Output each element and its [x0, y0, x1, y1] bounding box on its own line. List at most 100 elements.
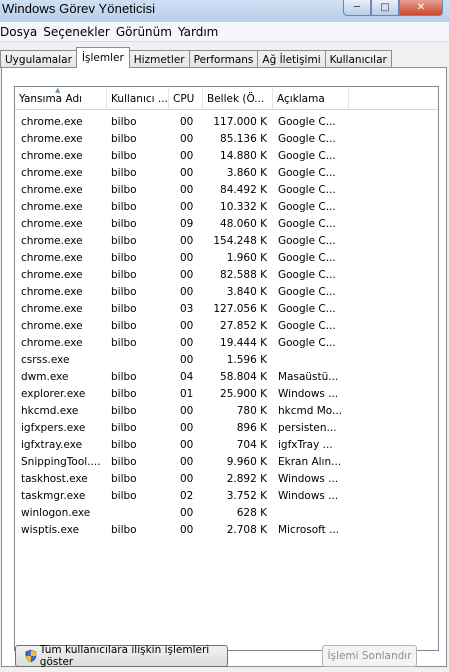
- process-list[interactable]: ▲ Yansıma Adı Kullanıcı ... CPU Bellek (…: [14, 86, 439, 651]
- table-row[interactable]: igfxpers.exe bilbo 00 896 K persisten...: [15, 420, 438, 437]
- process-user: bilbo: [111, 337, 137, 349]
- process-name: chrome.exe: [21, 303, 83, 315]
- process-name: taskhost.exe: [21, 473, 88, 485]
- process-description: Ekran Alın...: [278, 456, 342, 468]
- column-header-row: ▲ Yansıma Adı Kullanıcı ... CPU Bellek (…: [15, 87, 438, 110]
- process-name: explorer.exe: [21, 388, 86, 400]
- process-user: bilbo: [111, 184, 137, 196]
- maximize-icon: □: [380, 2, 390, 13]
- process-cpu: 00: [180, 507, 194, 519]
- table-row[interactable]: chrome.exe bilbo 00 117.000 K Google C...: [15, 114, 438, 131]
- processes-panel: ▲ Yansıma Adı Kullanıcı ... CPU Bellek (…: [1, 67, 447, 667]
- process-memory: 9.960 K: [226, 456, 267, 468]
- process-memory: 117.000 K: [213, 116, 267, 128]
- table-row[interactable]: wisptis.exe bilbo 00 2.708 K Microsoft ...: [15, 522, 438, 539]
- table-row[interactable]: chrome.exe bilbo 00 3.860 K Google C...: [15, 165, 438, 182]
- process-cpu: 00: [180, 201, 194, 213]
- process-description: Masaüstü...: [278, 371, 339, 383]
- process-name: csrss.exe: [21, 354, 70, 366]
- process-name: igfxpers.exe: [21, 422, 86, 434]
- process-user: bilbo: [111, 371, 137, 383]
- process-name: chrome.exe: [21, 337, 83, 349]
- process-memory: 58.804 K: [220, 371, 267, 383]
- table-row[interactable]: chrome.exe bilbo 00 3.840 K Google C...: [15, 284, 438, 301]
- process-user: bilbo: [111, 456, 137, 468]
- process-memory: 154.248 K: [213, 235, 267, 247]
- table-row[interactable]: hkcmd.exe bilbo 00 780 K hkcmd Mo...: [15, 403, 438, 420]
- column-header-user[interactable]: Kullanıcı ...: [107, 87, 169, 109]
- process-description: Windows ...: [278, 388, 339, 400]
- process-memory: 19.444 K: [220, 337, 267, 349]
- menu-secenekler[interactable]: Seçenekler: [43, 25, 116, 39]
- process-description: Google C...: [278, 201, 336, 213]
- process-user: bilbo: [111, 286, 137, 298]
- process-name: chrome.exe: [21, 218, 83, 230]
- column-header-description[interactable]: Açıklama: [273, 87, 349, 109]
- process-cpu: 00: [180, 235, 194, 247]
- process-cpu: 00: [180, 320, 194, 332]
- process-description: Google C...: [278, 235, 336, 247]
- process-description: [278, 352, 346, 369]
- table-row[interactable]: winlogon.exe 00 628 K: [15, 505, 438, 522]
- end-process-button[interactable]: İşlemi Sonlandır: [322, 645, 417, 667]
- process-user: bilbo: [111, 269, 137, 281]
- table-row[interactable]: chrome.exe bilbo 09 48.060 K Google C...: [15, 216, 438, 233]
- process-name: chrome.exe: [21, 201, 83, 213]
- column-header-memory[interactable]: Bellek (Ö...: [203, 87, 273, 109]
- table-row[interactable]: dwm.exe bilbo 04 58.804 K Masaüstü...: [15, 369, 438, 386]
- column-header-image-name[interactable]: ▲ Yansıma Adı: [15, 87, 107, 109]
- menu-dosya[interactable]: Dosya: [0, 25, 43, 39]
- menu-yardim[interactable]: Yardım: [178, 25, 224, 39]
- tab-uygulamalar[interactable]: Uygulamalar: [0, 50, 77, 68]
- table-row[interactable]: chrome.exe bilbo 00 10.332 K Google C...: [15, 199, 438, 216]
- show-all-users-processes-button[interactable]: Tüm kullanıcılara ilişkin işlemleri göst…: [15, 644, 228, 668]
- tab-ag-iletisimi[interactable]: Ağ İletişimi: [257, 50, 326, 68]
- column-header-cpu[interactable]: CPU: [169, 87, 203, 109]
- process-user: bilbo: [111, 524, 137, 536]
- menu-bar: Dosya Seçenekler Görünüm Yardım: [0, 22, 449, 42]
- table-row[interactable]: chrome.exe bilbo 00 84.492 K Google C...: [15, 182, 438, 199]
- table-row[interactable]: taskmgr.exe bilbo 02 3.752 K Windows ...: [15, 488, 438, 505]
- process-user: bilbo: [111, 116, 137, 128]
- process-name: chrome.exe: [21, 150, 83, 162]
- maximize-button[interactable]: □: [371, 0, 399, 16]
- table-row[interactable]: explorer.exe bilbo 01 25.900 K Windows ...: [15, 386, 438, 403]
- table-row[interactable]: csrss.exe 00 1.596 K: [15, 352, 438, 369]
- table-row[interactable]: chrome.exe bilbo 00 82.588 K Google C...: [15, 267, 438, 284]
- process-memory: 85.136 K: [220, 133, 267, 145]
- process-memory: 48.060 K: [220, 218, 267, 230]
- process-description: Google C...: [278, 286, 336, 298]
- process-name: SnippingTool....: [21, 456, 101, 468]
- process-cpu: 00: [180, 133, 194, 145]
- table-row[interactable]: SnippingTool.... bilbo 00 9.960 K Ekran Alın…: [15, 454, 438, 471]
- table-row[interactable]: chrome.exe bilbo 00 19.444 K Google C...: [15, 335, 438, 352]
- process-description: igfxTray ...: [278, 439, 333, 451]
- table-row[interactable]: taskhost.exe bilbo 00 2.892 K Windows ...: [15, 471, 438, 488]
- table-row[interactable]: chrome.exe bilbo 00 27.852 K Google C...: [15, 318, 438, 335]
- process-cpu: 00: [180, 439, 194, 451]
- tab-strip: Uygulamalar İşlemler Hizmetler Performan…: [0, 47, 392, 68]
- close-button[interactable]: ✕: [399, 0, 443, 16]
- table-row[interactable]: igfxtray.exe bilbo 00 704 K igfxTray ...: [15, 437, 438, 454]
- process-name: chrome.exe: [21, 133, 83, 145]
- table-row[interactable]: chrome.exe bilbo 00 14.880 K Google C...: [15, 148, 438, 165]
- process-user: bilbo: [111, 388, 137, 400]
- process-memory: 14.880 K: [220, 150, 267, 162]
- tab-performans[interactable]: Performans: [188, 50, 259, 68]
- process-cpu: 02: [180, 490, 194, 502]
- process-cpu: 01: [180, 388, 194, 400]
- minimize-button[interactable]: ─: [343, 0, 371, 16]
- table-row[interactable]: chrome.exe bilbo 00 154.248 K Google C...: [15, 233, 438, 250]
- tab-islemler[interactable]: İşlemler: [75, 47, 130, 68]
- process-description: Google C...: [278, 116, 336, 128]
- table-row[interactable]: chrome.exe bilbo 00 1.960 K Google C...: [15, 250, 438, 267]
- tab-hizmetler[interactable]: Hizmetler: [128, 50, 190, 68]
- table-row[interactable]: chrome.exe bilbo 00 85.136 K Google C...: [15, 131, 438, 148]
- process-cpu: 00: [180, 456, 194, 468]
- process-description: Windows ...: [278, 490, 339, 502]
- tab-kullanicilar[interactable]: Kullanıcılar: [324, 50, 392, 68]
- menu-gorunum[interactable]: Görünüm: [116, 25, 178, 39]
- process-memory: 628 K: [236, 507, 267, 519]
- process-cpu: 00: [180, 524, 194, 536]
- table-row[interactable]: chrome.exe bilbo 03 127.056 K Google C...: [15, 301, 438, 318]
